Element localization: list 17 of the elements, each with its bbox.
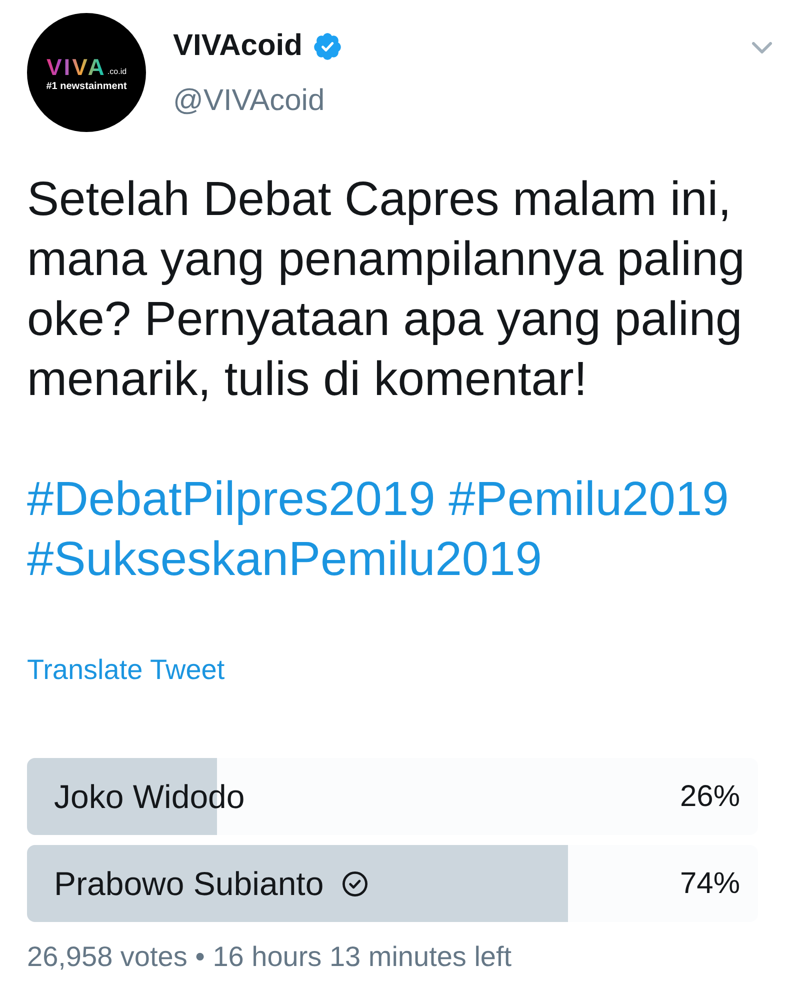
account-handle: @VIVAcoid: [173, 83, 326, 119]
hashtag-link[interactable]: #Pemilu2019: [448, 473, 729, 526]
poll-percentage: 74%: [680, 866, 740, 902]
poll-option-label: Joko Widodo: [54, 776, 245, 816]
logo-tagline: #1 newstainment: [46, 80, 127, 92]
hashtag-link[interactable]: #SukseskanPemilu2019: [27, 533, 542, 586]
poll-option-label: Prabowo Subianto: [54, 864, 324, 904]
poll-summary: 26,958 votes • 16 hours 13 minutes left: [27, 940, 512, 974]
hashtag-link[interactable]: #DebatPilpres2019: [27, 473, 436, 526]
poll-percentage: 26%: [680, 778, 740, 814]
chevron-down-icon[interactable]: [752, 42, 772, 54]
account-name[interactable]: VIVAcoid: [173, 27, 302, 65]
logo-text: VIVA: [46, 56, 106, 76]
logo-suffix: .co.id: [107, 66, 127, 76]
translate-link[interactable]: Translate Tweet: [27, 652, 225, 688]
tweet-text: Setelah Debat Capres malam ini, mana yang penampilannya paling oke? Pernyataan apa yang paling menarik, tulis di komentar!: [27, 172, 746, 408]
avatar[interactable]: VIVA.co.id #1 newstainment: [27, 13, 146, 132]
